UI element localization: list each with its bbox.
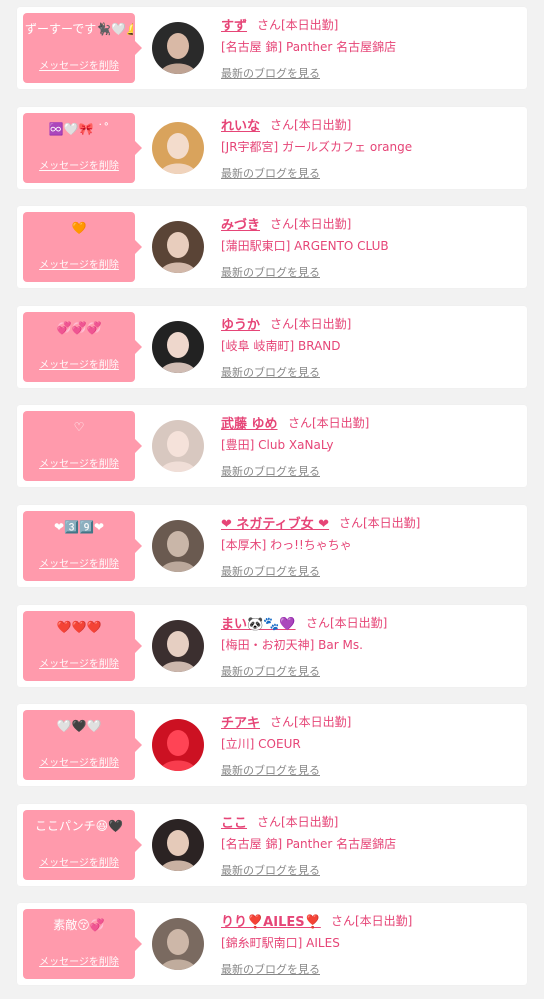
- latest-blog-link[interactable]: 最新のブログを見る: [221, 563, 320, 579]
- host-name-link[interactable]: ゆうか: [221, 314, 260, 333]
- latest-blog-link[interactable]: 最新のブログを見る: [221, 165, 320, 181]
- attendance-status: さん[本日出勤]: [339, 516, 421, 530]
- message-bubble: ♾️🤍🎀 ˙˚ メッセージを削除: [23, 113, 142, 183]
- attendance-status: さん[本日出勤]: [270, 317, 352, 331]
- attendance-status: さん[本日出勤]: [257, 815, 339, 829]
- host-name-link[interactable]: まい🐼🐾💜: [221, 613, 296, 632]
- delete-message-link[interactable]: メッセージを削除: [23, 655, 135, 670]
- latest-blog-link[interactable]: 最新のブログを見る: [221, 264, 320, 280]
- avatar[interactable]: [152, 620, 204, 672]
- avatar[interactable]: [152, 122, 204, 174]
- attendance-status: さん[本日出勤]: [270, 217, 352, 231]
- list-item: 🧡 メッセージを削除 みづき さん[本日出勤] [蒲田駅東口] ARGENTO CLUB…: [17, 206, 527, 288]
- message-bubble: ここパンチ😆🖤 メッセージを削除: [23, 810, 142, 880]
- message-bubble: ♡ メッセージを削除: [23, 411, 142, 481]
- latest-blog-link[interactable]: 最新のブログを見る: [221, 663, 320, 679]
- list-item: ❤3️⃣9️⃣❤ メッセージを削除 ❤ ネガティブ女 ❤ さん[本日出勤] [本厚木] …: [17, 505, 527, 587]
- host-name-link[interactable]: ❤ ネガティブ女 ❤: [221, 513, 329, 532]
- latest-blog-link[interactable]: 最新のブログを見る: [221, 364, 320, 380]
- message-text: ここパンチ😆🖤: [34, 819, 124, 833]
- shop-name: [梅田・お初天神] Bar Ms.: [221, 638, 363, 652]
- message-bubble: 素敵😚💞 メッセージを削除: [23, 909, 142, 979]
- message-bubble: 🧡 メッセージを削除: [23, 212, 142, 282]
- message-text: 🧡: [71, 221, 87, 235]
- shop-name: [立川] COEUR: [221, 737, 301, 751]
- delete-message-link[interactable]: メッセージを削除: [23, 256, 135, 271]
- list-item: ♾️🤍🎀 ˙˚ メッセージを削除 れいな さん[本日出勤] [JR宇都宮] ガールズカフ…: [17, 107, 527, 189]
- delete-message-link[interactable]: メッセージを削除: [23, 953, 135, 968]
- message-text: ずーすーです🐈‍⬛🤍🔔: [25, 22, 133, 36]
- list-item: ずーすーです🐈‍⬛🤍🔔 メッセージを削除 すず さん[本日出勤] [名古屋 錦] Pan…: [17, 7, 527, 89]
- attendance-status: さん[本日出勤]: [270, 118, 352, 132]
- attendance-status: さん[本日出勤]: [288, 416, 370, 430]
- message-bubble: 🤍🖤🤍 メッセージを削除: [23, 710, 142, 780]
- avatar[interactable]: [152, 221, 204, 273]
- message-bubble: ❤3️⃣9️⃣❤ メッセージを削除: [23, 511, 142, 581]
- delete-message-link[interactable]: メッセージを削除: [23, 356, 135, 371]
- avatar[interactable]: [152, 520, 204, 572]
- list-item: 素敵😚💞 メッセージを削除 りり❣️AILES❣️ さん[本日出勤] [錦糸町駅南口] …: [17, 903, 527, 985]
- latest-blog-link[interactable]: 最新のブログを見る: [221, 961, 320, 977]
- avatar[interactable]: [152, 420, 204, 472]
- shop-name: [名古屋 錦] Panther 名古屋錦店: [221, 40, 397, 54]
- message-bubble: ずーすーです🐈‍⬛🤍🔔 メッセージを削除: [23, 13, 142, 83]
- message-text: ❤3️⃣9️⃣❤: [54, 520, 104, 534]
- message-text: 🤍🖤🤍: [56, 719, 102, 733]
- delete-message-link[interactable]: メッセージを削除: [23, 754, 135, 769]
- list-item: 🤍🖤🤍 メッセージを削除 チアキ さん[本日出勤] [立川] COEUR 最新のブログを見…: [17, 704, 527, 786]
- delete-message-link[interactable]: メッセージを削除: [23, 455, 135, 470]
- list-item: 💞💞💞 メッセージを削除 ゆうか さん[本日出勤] [岐阜 岐南町] BRAND 最新のブ…: [17, 306, 527, 388]
- message-text: ❤️❤️❤️: [56, 620, 102, 634]
- host-name-link[interactable]: 武藤 ゆめ: [221, 413, 278, 432]
- shop-name: [豊田] Club XaNaLy: [221, 438, 334, 452]
- host-name-link[interactable]: りり❣️AILES❣️: [221, 911, 321, 930]
- list-item: ❤️❤️❤️ メッセージを削除 まい🐼🐾💜 さん[本日出勤] [梅田・お初天神] Bar…: [17, 605, 527, 687]
- avatar[interactable]: [152, 719, 204, 771]
- avatar[interactable]: [152, 918, 204, 970]
- host-name-link[interactable]: すず: [221, 15, 247, 34]
- message-text: ♾️🤍🎀 ˙˚: [48, 122, 110, 136]
- list-item: ここパンチ😆🖤 メッセージを削除 ここ さん[本日出勤] [名古屋 錦] Panther…: [17, 804, 527, 886]
- message-list: ずーすーです🐈‍⬛🤍🔔 メッセージを削除 すず さん[本日出勤] [名古屋 錦] Pan…: [0, 0, 544, 999]
- shop-name: [JR宇都宮] ガールズカフェ orange: [221, 140, 413, 154]
- shop-name: [名古屋 錦] Panther 名古屋錦店: [221, 837, 397, 851]
- delete-message-link[interactable]: メッセージを削除: [23, 555, 135, 570]
- host-name-link[interactable]: ここ: [221, 812, 247, 831]
- latest-blog-link[interactable]: 最新のブログを見る: [221, 762, 320, 778]
- shop-name: [蒲田駅東口] ARGENTO CLUB: [221, 239, 389, 253]
- message-text: ♡: [73, 420, 85, 434]
- message-text: 素敵😚💞: [53, 918, 105, 932]
- attendance-status: さん[本日出勤]: [306, 616, 388, 630]
- delete-message-link[interactable]: メッセージを削除: [23, 157, 135, 172]
- attendance-status: さん[本日出勤]: [270, 715, 352, 729]
- delete-message-link[interactable]: メッセージを削除: [23, 854, 135, 869]
- shop-name: [本厚木] わっ!!ちゃちゃ: [221, 538, 352, 552]
- message-bubble: ❤️❤️❤️ メッセージを削除: [23, 611, 142, 681]
- message-text: 💞💞💞: [56, 321, 102, 335]
- avatar[interactable]: [152, 22, 204, 74]
- delete-message-link[interactable]: メッセージを削除: [23, 57, 135, 72]
- avatar[interactable]: [152, 819, 204, 871]
- attendance-status: さん[本日出勤]: [331, 914, 413, 928]
- attendance-status: さん[本日出勤]: [257, 18, 339, 32]
- host-name-link[interactable]: みづき: [221, 214, 260, 233]
- latest-blog-link[interactable]: 最新のブログを見る: [221, 862, 320, 878]
- host-name-link[interactable]: チアキ: [221, 712, 260, 731]
- latest-blog-link[interactable]: 最新のブログを見る: [221, 65, 320, 81]
- list-item: ♡ メッセージを削除 武藤 ゆめ さん[本日出勤] [豊田] Club XaNaLy 最新…: [17, 405, 527, 487]
- shop-name: [岐阜 岐南町] BRAND: [221, 339, 341, 353]
- message-bubble: 💞💞💞 メッセージを削除: [23, 312, 142, 382]
- host-name-link[interactable]: れいな: [221, 115, 260, 134]
- avatar[interactable]: [152, 321, 204, 373]
- latest-blog-link[interactable]: 最新のブログを見る: [221, 463, 320, 479]
- shop-name: [錦糸町駅南口] AILES: [221, 936, 340, 950]
